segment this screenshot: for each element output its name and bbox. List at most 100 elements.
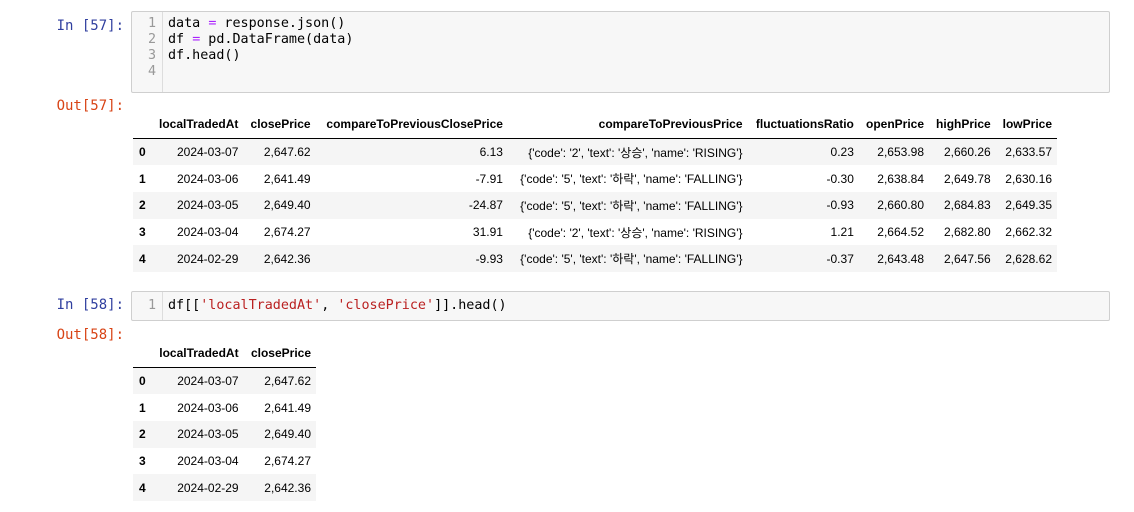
table-cell: {'code': '5', 'text': '하락', 'name': 'FAL… xyxy=(520,252,743,267)
table-cell: 2024-03-07 xyxy=(177,374,239,389)
index-header xyxy=(133,340,152,368)
row-index: 3 xyxy=(139,454,146,469)
table-cell: 2,638.84 xyxy=(877,171,925,186)
table-cell: 2,653.98 xyxy=(877,145,925,160)
code-line: 1 data = response.json() xyxy=(132,16,1109,32)
table-row: 1 2024-03-06 2,641.49 xyxy=(133,394,316,421)
table-cell: 2,647.56 xyxy=(944,251,991,266)
table-cell: {'code': '5', 'text': '하락', 'name': 'FAL… xyxy=(520,172,743,187)
table-cell: 2024-03-04 xyxy=(176,225,239,240)
table-cell: 2,649.40 xyxy=(263,198,311,213)
table-cell: 2,664.52 xyxy=(877,225,925,240)
index-header xyxy=(133,111,152,139)
code-line: 4 xyxy=(132,64,1109,80)
column-header: compareToPreviousClosePrice xyxy=(315,111,508,139)
table-cell: 2,628.62 xyxy=(1005,251,1052,266)
table-cell: 2024-03-07 xyxy=(176,145,239,160)
row-index: 0 xyxy=(139,145,146,160)
table-row: 2 2024-03-05 2,649.40 -24.87 {'code': '5', '… xyxy=(133,192,1057,219)
table-row: 4 2024-02-29 2,642.36 -9.93 {'code': '5', 't… xyxy=(133,245,1057,273)
table-cell: 2,649.40 xyxy=(264,427,311,442)
table-cell: -9.93 xyxy=(475,251,503,266)
table-cell: 0.23 xyxy=(830,145,854,160)
code-cell-57[interactable]: 1 data = response.json() 2 df = pd.DataFram… xyxy=(131,11,1110,93)
code-token: ]].head() xyxy=(434,298,507,313)
table-cell: 2,643.48 xyxy=(877,251,925,266)
table-cell: 2,647.62 xyxy=(263,145,311,160)
table-cell: 2,674.27 xyxy=(263,225,311,240)
table-cell: 2,660.26 xyxy=(944,145,991,160)
table-cell: 31.91 xyxy=(472,225,503,240)
column-header: fluctuationsRatio xyxy=(747,111,859,139)
table-cell: 2024-03-06 xyxy=(176,171,239,186)
code-token: data xyxy=(168,16,209,31)
column-header: highPrice xyxy=(929,111,996,139)
code-token: , xyxy=(321,298,338,313)
row-index: 4 xyxy=(139,480,146,495)
table-cell: 2,630.16 xyxy=(1005,171,1052,186)
table-cell: 2024-02-29 xyxy=(177,480,239,495)
code-token: pd.DataFrame(data) xyxy=(200,32,354,47)
table-cell: 2024-03-04 xyxy=(177,454,239,469)
line-number: 1 xyxy=(147,16,156,31)
table-row: 3 2024-03-04 2,674.27 31.91 {'code': '2', 't… xyxy=(133,219,1057,246)
table-cell: 2,642.36 xyxy=(263,251,311,266)
column-header: localTradedAt xyxy=(151,340,244,368)
table-row: 0 2024-03-07 2,647.62 6.13 {'code': '2', 'te… xyxy=(133,138,1057,166)
input-prompt-58: In [58]: xyxy=(56,297,124,313)
table-cell: 2,641.49 xyxy=(264,400,311,415)
table-cell: -0.37 xyxy=(826,251,854,266)
table-cell: {'code': '2', 'text': '상승', 'name': 'RIS… xyxy=(528,225,743,240)
line-number: 3 xyxy=(147,48,156,63)
output-prompt-58: Out[58]: xyxy=(56,327,124,343)
table-row: 1 2024-03-06 2,641.49 -7.91 {'code': '5', 't… xyxy=(133,165,1057,192)
row-index: 0 xyxy=(139,374,146,389)
table-cell: 2024-03-05 xyxy=(177,427,239,442)
table-cell: 2,641.49 xyxy=(263,171,311,186)
row-index: 3 xyxy=(139,225,146,240)
table-cell: -0.30 xyxy=(826,171,854,186)
table-cell: 2024-03-06 xyxy=(177,400,239,415)
dataframe-output-57: localTradedAt closePrice compareToPrevious… xyxy=(133,111,1057,273)
table-cell: 2024-03-05 xyxy=(176,198,239,213)
string-token: 'closePrice' xyxy=(337,298,435,313)
row-index: 2 xyxy=(139,427,146,442)
table-cell: -24.87 xyxy=(468,198,503,213)
code-token: df.head() xyxy=(168,48,241,63)
row-index: 2 xyxy=(139,198,146,213)
table-cell: 2,633.57 xyxy=(1005,145,1052,160)
code-token: df xyxy=(168,32,193,47)
row-index: 1 xyxy=(139,400,146,415)
table-row: 3 2024-03-04 2,674.27 xyxy=(133,448,316,475)
table-row: 4 2024-02-29 2,642.36 xyxy=(133,474,316,502)
code-text: df.head() xyxy=(168,48,241,64)
table-cell: 2,642.36 xyxy=(264,480,311,495)
code-token: response.json() xyxy=(216,16,346,31)
table-cell: 2,660.80 xyxy=(877,198,925,213)
table-cell: 2,647.62 xyxy=(264,374,311,389)
table-cell: 2,649.35 xyxy=(1005,198,1052,213)
table-row: 0 2024-03-07 2,647.62 xyxy=(133,367,316,395)
table-row: 2 2024-03-05 2,649.40 xyxy=(133,421,316,448)
table-cell: 2,682.80 xyxy=(944,225,991,240)
table-cell: {'code': '5', 'text': '하락', 'name': 'FAL… xyxy=(520,198,743,213)
column-header: closePrice xyxy=(243,340,316,368)
code-editor[interactable]: 1 data = response.json() 2 df = pd.DataFram… xyxy=(132,16,1109,80)
line-number: 4 xyxy=(147,64,156,79)
line-number: 1 xyxy=(147,298,156,313)
table-cell: 2,662.32 xyxy=(1005,225,1052,240)
code-line: 2 df = pd.DataFrame(data) xyxy=(132,32,1109,48)
column-header: localTradedAt xyxy=(151,111,244,139)
table-cell: 2024-02-29 xyxy=(176,251,239,266)
column-header: compareToPreviousPrice xyxy=(507,111,748,139)
code-editor[interactable]: 1 df[['localTradedAt', 'closePrice']].hea… xyxy=(132,298,1109,314)
line-number: 2 xyxy=(147,32,156,47)
code-cell-58[interactable]: 1 df[['localTradedAt', 'closePrice']].hea… xyxy=(131,291,1110,321)
row-index: 4 xyxy=(139,251,146,266)
table-cell: 2,674.27 xyxy=(264,454,311,469)
table-cell: 2,649.78 xyxy=(944,171,991,186)
code-line: 3 df.head() xyxy=(132,48,1109,64)
input-prompt-57: In [57]: xyxy=(56,18,124,34)
output-prompt-57: Out[57]: xyxy=(56,98,124,114)
column-header: closePrice xyxy=(243,111,316,139)
